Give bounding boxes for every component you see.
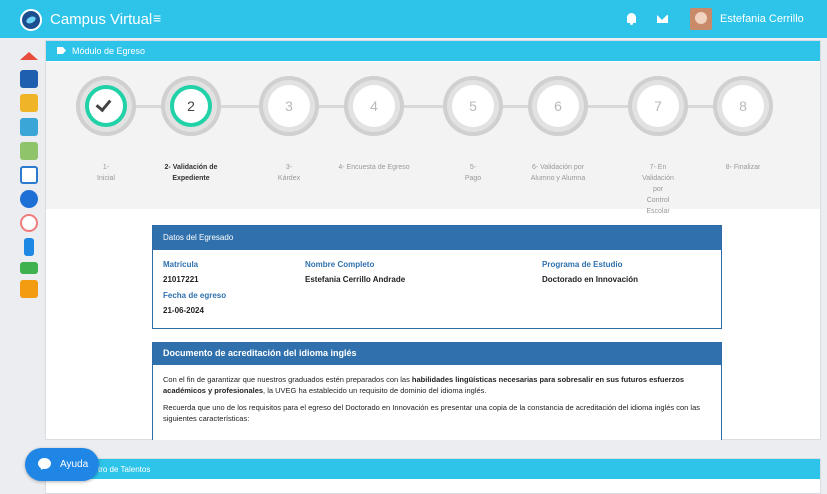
chat-icon	[38, 458, 51, 469]
nombre-label: Nombre Completo	[305, 260, 375, 269]
panel-header: Módulo de Egreso	[46, 41, 820, 61]
step-6[interactable]: 6	[528, 76, 588, 136]
egreso-panel: Módulo de Egreso 2 3 4 5 6 7 8 1- Inicia…	[45, 40, 821, 440]
mail-icon[interactable]	[657, 15, 668, 23]
bell-icon[interactable]	[627, 13, 636, 25]
calendar-icon[interactable]	[20, 142, 38, 160]
fecha-label: Fecha de egreso	[163, 291, 227, 300]
step-5[interactable]: 5	[443, 76, 503, 136]
sidebar	[16, 52, 44, 304]
globe-icon[interactable]	[20, 190, 38, 208]
step-4[interactable]: 4	[344, 76, 404, 136]
step-label-8: 8- Finalizar	[725, 164, 761, 171]
step-2[interactable]: 2	[161, 76, 221, 136]
phone-icon[interactable]	[24, 238, 34, 256]
gamepad-icon[interactable]	[20, 262, 38, 274]
graduate-card-title: Datos del Egresado	[153, 226, 721, 250]
check-icon	[95, 95, 112, 113]
fecha-value: 21-06-2024	[163, 306, 204, 315]
step-label-6: 6- Validación por Alumno y Alumna	[530, 164, 586, 182]
app-title[interactable]: Campus Virtual	[50, 11, 152, 28]
step-1[interactable]	[76, 76, 136, 136]
user-name[interactable]: Estefania Cerrillo	[720, 13, 804, 25]
step-label-3: 3- Kárdex	[277, 164, 301, 182]
programa-value: Doctorado en Innovación	[542, 275, 639, 284]
nombre-value: Estefania Cerrillo Andrade	[305, 275, 406, 284]
document-paragraph-1: Con el fin de garantizar que nuestros gr…	[163, 375, 685, 395]
talentos-panel: tro de Talentos	[45, 458, 821, 494]
badge-icon[interactable]	[20, 214, 38, 232]
step-label-4: 4- Encuesta de Egreso	[338, 164, 410, 171]
book-icon[interactable]	[20, 70, 38, 88]
step-label-5: 5- Pago	[464, 164, 482, 182]
document-card-title: Documento de acreditación del idioma ing…	[153, 343, 721, 365]
graduate-data-card: Datos del Egresado Matrícula 21017221 No…	[152, 225, 722, 329]
programa-label: Programa de Estudio	[542, 260, 623, 269]
matricula-label: Matrícula	[163, 260, 199, 269]
step-7[interactable]: 7	[628, 76, 688, 136]
step-label-2: 2- Validación de Expediente	[164, 164, 218, 182]
board-icon[interactable]	[20, 166, 38, 184]
gift-icon[interactable]	[20, 280, 38, 298]
help-button[interactable]: Ayuda	[25, 448, 99, 481]
step-8[interactable]: 8	[713, 76, 773, 136]
document-paragraph-2: Recuerda que uno de los requisitos para …	[163, 403, 701, 423]
help-icon[interactable]	[20, 118, 38, 136]
menu-toggle-button[interactable]: ≡	[153, 10, 161, 26]
help-label: Ayuda	[60, 459, 89, 470]
campus-logo-icon[interactable]	[20, 9, 42, 31]
matricula-value: 21017221	[163, 275, 199, 284]
step-label-1: 1- Inicial	[97, 164, 115, 182]
talentos-panel-title: tro de Talentos	[46, 459, 820, 479]
classroom-icon[interactable]	[20, 94, 38, 112]
avatar[interactable]	[690, 8, 712, 30]
home-icon[interactable]	[20, 52, 38, 60]
tag-icon	[57, 47, 66, 54]
step-label-7: 7- En Validación por Control Escolar	[642, 164, 674, 215]
step-3[interactable]: 3	[259, 76, 319, 136]
steps-wizard: 2 3 4 5 6 7 8 1- Inicial 2- Validación d…	[46, 62, 820, 215]
language-document-card: Documento de acreditación del idioma ing…	[152, 342, 722, 440]
top-bar: Campus Virtual ≡ Estefania Cerrillo	[0, 0, 827, 38]
panel-title: Módulo de Egreso	[72, 46, 146, 56]
